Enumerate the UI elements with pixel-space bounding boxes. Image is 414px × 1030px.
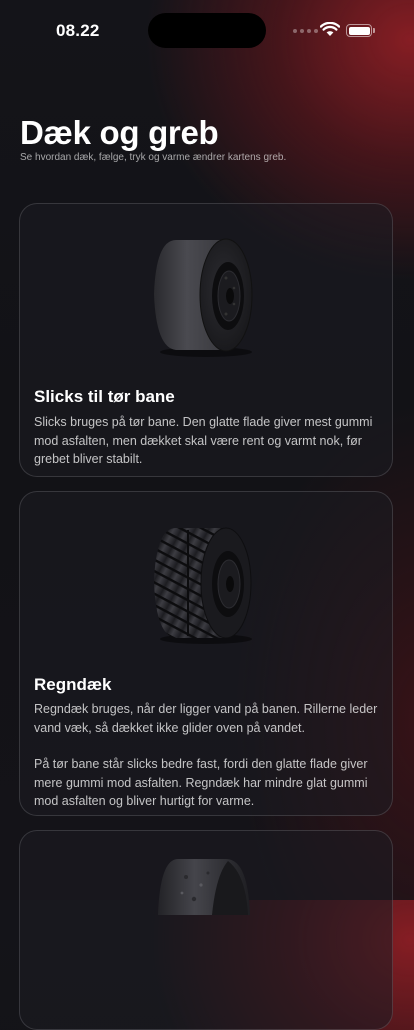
tire-card-slicks[interactable]: Slicks til tør bane Slicks bruges på tør… [19,203,393,477]
dynamic-island [148,13,266,48]
page-subtitle: Se hvordan dæk, fælge, tryk og varme ænd… [20,152,287,163]
wifi-icon [320,22,340,36]
status-time: 08.22 [56,21,100,40]
card-paragraph: Regndæk bruges, når der ligger vand på b… [34,702,378,735]
worn-tire-image [20,855,392,915]
slick-tire-image [20,230,392,360]
card-body: Regndæk bruges, når der ligger vand på b… [34,700,380,811]
card-body: Slicks bruges på tør bane. Den glatte fl… [34,413,380,469]
status-bar: 08.22 [0,0,414,60]
battery-icon [346,24,375,37]
card-paragraph: Slicks bruges på tør bane. Den glatte fl… [34,415,373,466]
cellular-signal-icon [293,29,318,33]
card-title: Regndæk [34,675,112,694]
card-paragraph: På tør bane står slicks bedre fast, ford… [34,757,368,808]
card-title: Slicks til tør bane [34,387,175,406]
page-title: Dæk og greb [20,114,219,151]
rain-tire-image [20,520,392,646]
tire-card-worn[interactable] [19,830,393,1030]
tire-card-rain[interactable]: Regndæk Regndæk bruges, når der ligger v… [19,491,393,816]
